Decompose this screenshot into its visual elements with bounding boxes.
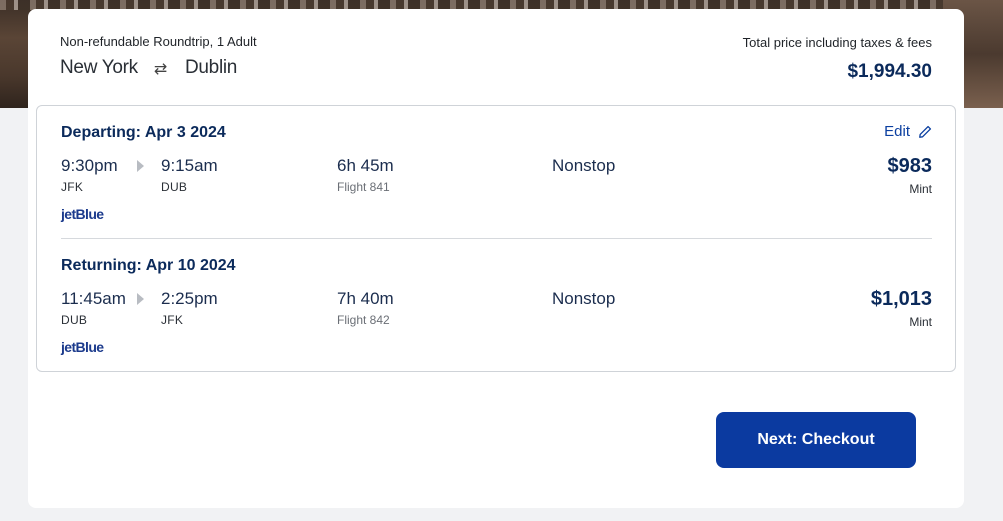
total-price: $1,994.30 — [847, 61, 932, 82]
flight-number: Flight 841 — [337, 180, 390, 194]
leg-title: Departing: Apr 3 2024 — [61, 124, 226, 141]
arrive-time: 9:15am — [161, 156, 218, 175]
stops: Nonstop — [552, 289, 616, 308]
leg-price: $983 — [887, 155, 933, 177]
flight-number: Flight 842 — [337, 313, 390, 327]
leg-divider — [61, 238, 932, 239]
cabin-class: Mint — [909, 315, 932, 329]
arrow-right-icon — [137, 160, 144, 172]
edit-label: Edit — [884, 123, 910, 140]
arrive-airport-code: JFK — [161, 313, 184, 327]
edit-button[interactable]: Edit — [884, 123, 932, 140]
airline-logo: jetBlue — [61, 206, 104, 222]
leg-title: Returning: Apr 10 2024 — [61, 257, 236, 274]
arrive-airport-code: DUB — [161, 180, 188, 194]
depart-airport-code: DUB — [61, 313, 88, 327]
depart-time: 9:30pm — [61, 156, 118, 175]
trip-summary-card: Non-refundable Roundtrip, 1 Adult New Yo… — [28, 9, 964, 508]
returning-leg: Returning: Apr 10 2024 11:45am DUB 2:25p… — [61, 255, 932, 375]
cabin-class: Mint — [909, 182, 932, 196]
arrow-right-icon — [137, 293, 144, 305]
leg-price: $1,013 — [870, 288, 932, 310]
departing-leg: Departing: Apr 3 2024 Edit 9:30pm JFK 9:… — [61, 122, 932, 242]
pencil-icon — [919, 125, 932, 138]
itinerary-box: Departing: Apr 3 2024 Edit 9:30pm JFK 9:… — [36, 105, 956, 372]
trip-type-label: Non-refundable Roundtrip, 1 Adult — [60, 34, 257, 49]
arrive-time: 2:25pm — [161, 289, 218, 308]
depart-time: 11:45am — [61, 289, 126, 308]
airline-logo: jetBlue — [61, 339, 104, 355]
origin-city: New York — [60, 57, 138, 78]
swap-arrows-icon: ⇄ — [153, 61, 167, 78]
flight-duration: 7h 40m — [337, 289, 394, 308]
next-checkout-button[interactable]: Next: Checkout — [716, 412, 916, 468]
destination-city: Dublin — [184, 57, 238, 78]
depart-airport-code: JFK — [61, 180, 84, 194]
flight-duration: 6h 45m — [337, 156, 394, 175]
stops: Nonstop — [552, 156, 616, 175]
total-price-label: Total price including taxes & fees — [742, 35, 932, 50]
route: New York ⇄ Dublin — [60, 57, 237, 79]
